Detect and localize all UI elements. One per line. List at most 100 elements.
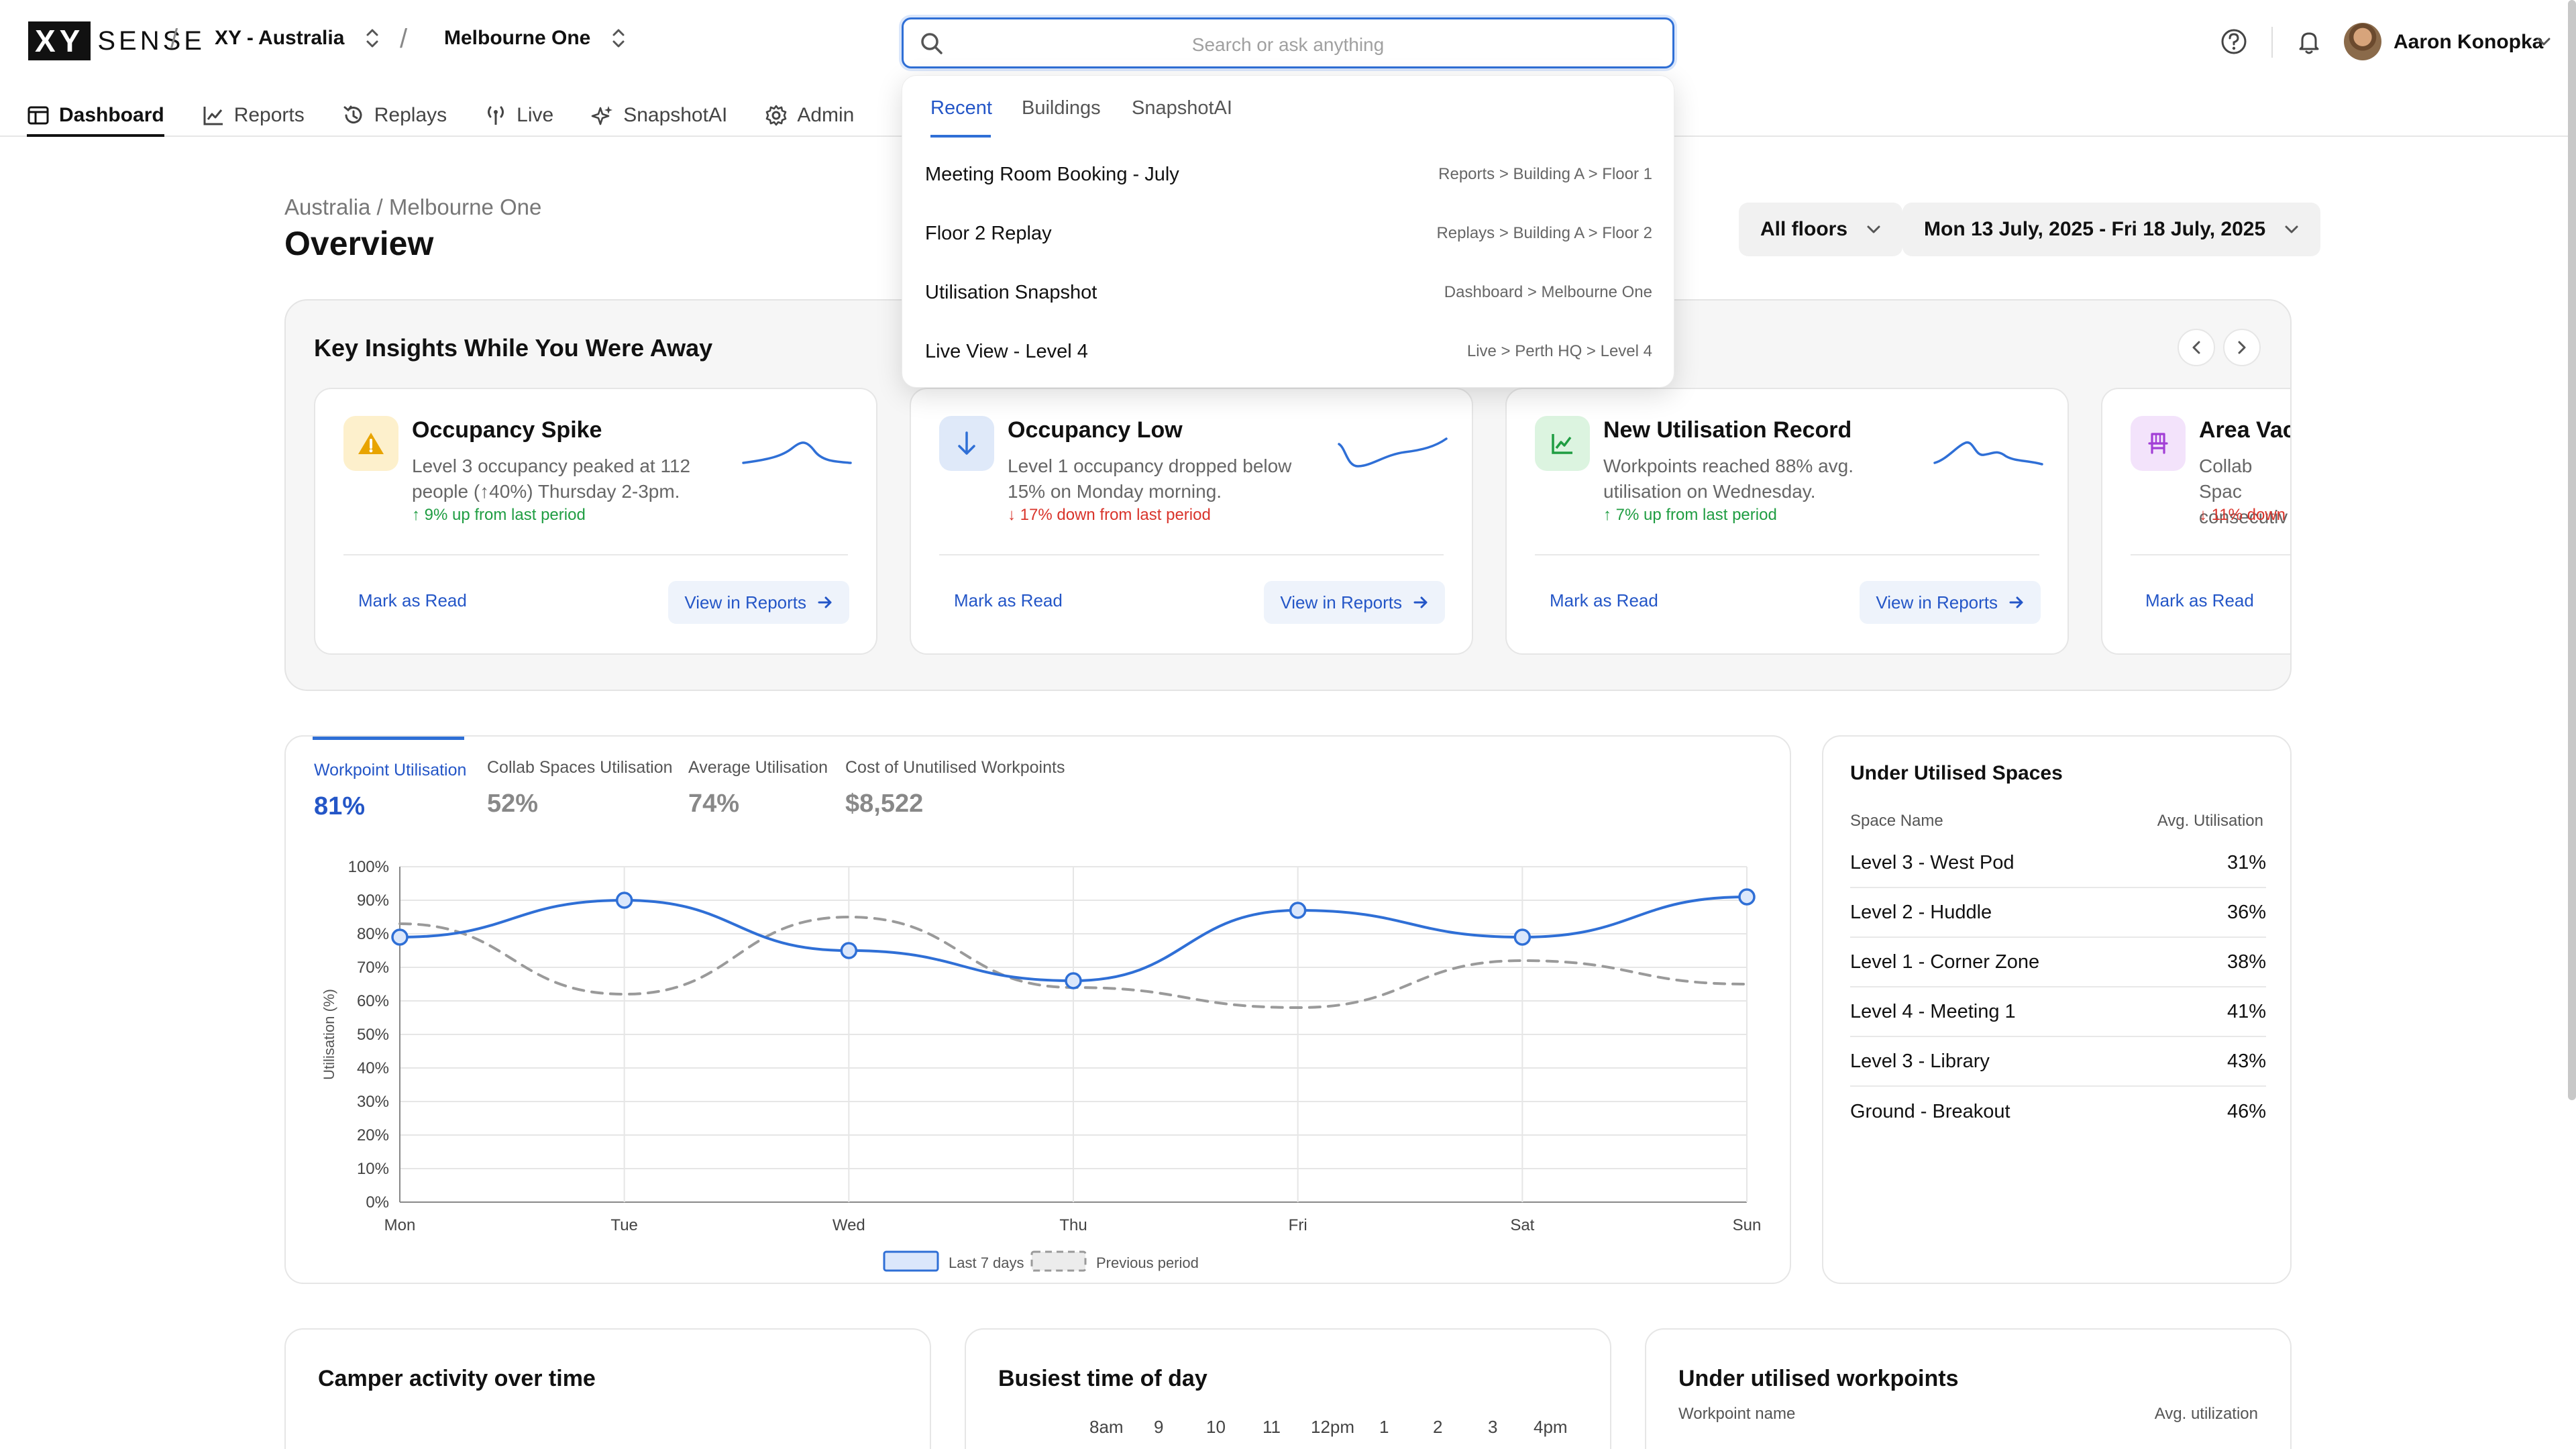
search-result-item[interactable]: Live View - Level 4 Live > Perth HQ > Lev… bbox=[925, 323, 1652, 380]
column-header-space-name: Space Name bbox=[1850, 812, 1943, 830]
view-in-reports-label: View in Reports bbox=[1876, 592, 1998, 612]
y-tick-label: 30% bbox=[357, 1093, 389, 1111]
under-utilised-spaces-panel: Under Utilised Spaces Space Name Avg. Ut… bbox=[1822, 735, 2292, 1284]
space-name: Level 2 - Huddle bbox=[1850, 901, 1992, 923]
chevron-up-down-icon bbox=[612, 29, 625, 48]
search-result-name: Live View - Level 4 bbox=[925, 340, 1088, 362]
table-row[interactable]: Level 2 - Huddle 36% bbox=[1850, 888, 2266, 938]
mark-as-read-link[interactable]: Mark as Read bbox=[2145, 590, 2254, 611]
nav-tab-snapshotai[interactable]: SnapshotAI bbox=[591, 94, 727, 137]
hour-label: 1 bbox=[1379, 1417, 1389, 1437]
search-tab-buildings[interactable]: Buildings bbox=[1022, 97, 1101, 119]
search-result-name: Utilisation Snapshot bbox=[925, 281, 1097, 303]
data-point bbox=[1065, 972, 1082, 989]
search-result-item[interactable]: Meeting Room Booking - July Reports > Bui… bbox=[925, 146, 1652, 203]
x-tick-label: Sat bbox=[1510, 1216, 1534, 1234]
utilisation-line-chart: 0% 10% 20% 30% 40% 50% 60% 70% 80% 90% 100% Mon Tue W… bbox=[321, 858, 1761, 1272]
nav-tab-replays[interactable]: Replays bbox=[342, 94, 447, 137]
column-header-workpoint-name: Workpoint name bbox=[1678, 1405, 1796, 1423]
insight-title: Area Vaca bbox=[2199, 417, 2290, 443]
page-breadcrumb: Australia / Melbourne One bbox=[284, 195, 542, 219]
carousel-next-button[interactable] bbox=[2223, 329, 2261, 366]
mark-as-read-link[interactable]: Mark as Read bbox=[358, 590, 467, 611]
chevron-up-down-icon bbox=[366, 29, 378, 48]
insight-trend: ↓ 17% down from last period bbox=[1008, 506, 1211, 524]
panel-title: Under utilised workpoints bbox=[1678, 1366, 1959, 1391]
date-range-dropdown[interactable]: Mon 13 July, 2025 - Fri 18 July, 2025 bbox=[1902, 203, 2321, 256]
search-tab-recent[interactable]: Recent bbox=[930, 97, 992, 119]
building-selector[interactable]: Melbourne One bbox=[444, 27, 627, 50]
insights-title: Key Insights While You Were Away bbox=[314, 334, 713, 362]
dashboard-icon bbox=[28, 106, 49, 125]
user-name[interactable]: Aaron Konopka bbox=[2394, 31, 2543, 54]
y-tick-label: 0% bbox=[366, 1193, 389, 1212]
y-tick-label: 80% bbox=[357, 925, 389, 943]
space-value: 46% bbox=[2226, 1100, 2266, 1122]
xysense-logo[interactable]: XY SENSE bbox=[28, 21, 205, 60]
help-icon[interactable] bbox=[2218, 25, 2250, 58]
table-row[interactable]: Ground - Breakout 46% bbox=[1850, 1087, 2266, 1136]
insight-icon-box bbox=[343, 416, 398, 471]
nav-tab-live[interactable]: Live bbox=[484, 94, 553, 137]
insight-card: Occupancy Low Level 1 occupancy dropped … bbox=[910, 388, 1473, 655]
insight-title: Occupancy Low bbox=[1008, 417, 1183, 443]
chart-line-icon bbox=[203, 107, 223, 125]
bell-icon[interactable] bbox=[2293, 25, 2325, 58]
camper-activity-panel: Camper activity over time bbox=[284, 1328, 931, 1449]
nav-tab-dashboard[interactable]: Dashboard bbox=[27, 94, 164, 137]
carousel-prev-button[interactable] bbox=[2178, 329, 2215, 366]
broadcast-icon bbox=[488, 106, 504, 125]
warning-icon bbox=[358, 433, 384, 454]
nav-tab-label: Reports bbox=[233, 104, 305, 126]
insight-card: Occupancy Spike Level 3 occupancy peaked… bbox=[314, 388, 877, 655]
card-divider bbox=[1535, 554, 2039, 555]
x-tick-label: Thu bbox=[1059, 1216, 1087, 1234]
page-title: Overview bbox=[284, 225, 434, 262]
y-tick-label: 50% bbox=[357, 1026, 389, 1044]
y-tick-label: 60% bbox=[357, 992, 389, 1010]
insight-description: Level 3 occupancy peaked at 112 people (… bbox=[412, 455, 691, 502]
hour-label: 8am bbox=[1089, 1417, 1124, 1437]
y-tick-label: 10% bbox=[357, 1160, 389, 1178]
region-selector[interactable]: XY - Australia bbox=[215, 27, 380, 50]
legend-label: Last 7 days bbox=[949, 1254, 1024, 1271]
floor-filter-dropdown[interactable]: All floors bbox=[1739, 203, 1903, 256]
sparkline bbox=[742, 441, 852, 464]
chevron-left-icon bbox=[2192, 341, 2200, 354]
utilisation-chart-panel: Workpoint Utilisation 81% Collab Spaces … bbox=[284, 735, 1791, 1284]
space-name: Level 4 - Meeting 1 bbox=[1850, 1000, 2016, 1022]
table-row[interactable]: Level 1 - Corner Zone 38% bbox=[1850, 938, 2266, 987]
table-row[interactable]: Level 3 - West Pod 31% bbox=[1850, 839, 2266, 888]
user-avatar[interactable] bbox=[2344, 23, 2381, 60]
hour-label: 4pm bbox=[1534, 1417, 1568, 1437]
arrow-right-icon bbox=[1413, 596, 1428, 608]
chevron-down-icon[interactable] bbox=[2536, 36, 2552, 47]
chevron-right-icon bbox=[2238, 341, 2246, 354]
search-result-path: Replays > Building A > Floor 2 bbox=[1436, 224, 1652, 242]
nav-tab-admin[interactable]: Admin bbox=[765, 94, 854, 137]
space-value: 41% bbox=[2226, 1000, 2266, 1022]
search-tab-snapshotai[interactable]: SnapshotAI bbox=[1132, 97, 1232, 119]
data-point bbox=[391, 928, 409, 946]
search-result-item[interactable]: Utilisation Snapshot Dashboard > Melbourn… bbox=[925, 264, 1652, 321]
table-row[interactable]: Level 3 - Library 43% bbox=[1850, 1037, 2266, 1087]
nav-tab-reports[interactable]: Reports bbox=[202, 94, 305, 137]
view-in-reports-button[interactable]: View in Reports bbox=[1264, 581, 1445, 624]
hour-label: 11 bbox=[1263, 1417, 1281, 1437]
mark-as-read-link[interactable]: Mark as Read bbox=[954, 590, 1063, 611]
search-result-item[interactable]: Floor 2 Replay Replays > Building A > Flo… bbox=[925, 205, 1652, 262]
view-in-reports-button[interactable]: View in Reports bbox=[668, 581, 849, 624]
table-row[interactable]: Level 4 - Meeting 1 41% bbox=[1850, 987, 2266, 1037]
logo-mark: XY bbox=[28, 21, 91, 60]
x-tick-label: Tue bbox=[610, 1216, 637, 1234]
search-input[interactable]: Search or ask anything bbox=[902, 17, 1674, 68]
page-scrollbar[interactable] bbox=[2568, 0, 2576, 1100]
y-tick-label: 70% bbox=[357, 959, 389, 977]
search-result-path: Dashboard > Melbourne One bbox=[1444, 283, 1652, 301]
mark-as-read-link[interactable]: Mark as Read bbox=[1550, 590, 1658, 611]
panel-title: Busiest time of day bbox=[998, 1366, 1208, 1391]
x-tick-label: Mon bbox=[384, 1216, 416, 1234]
sparkle-icon bbox=[591, 106, 613, 125]
space-value: 38% bbox=[2226, 951, 2266, 973]
view-in-reports-button[interactable]: View in Reports bbox=[1860, 581, 2041, 624]
